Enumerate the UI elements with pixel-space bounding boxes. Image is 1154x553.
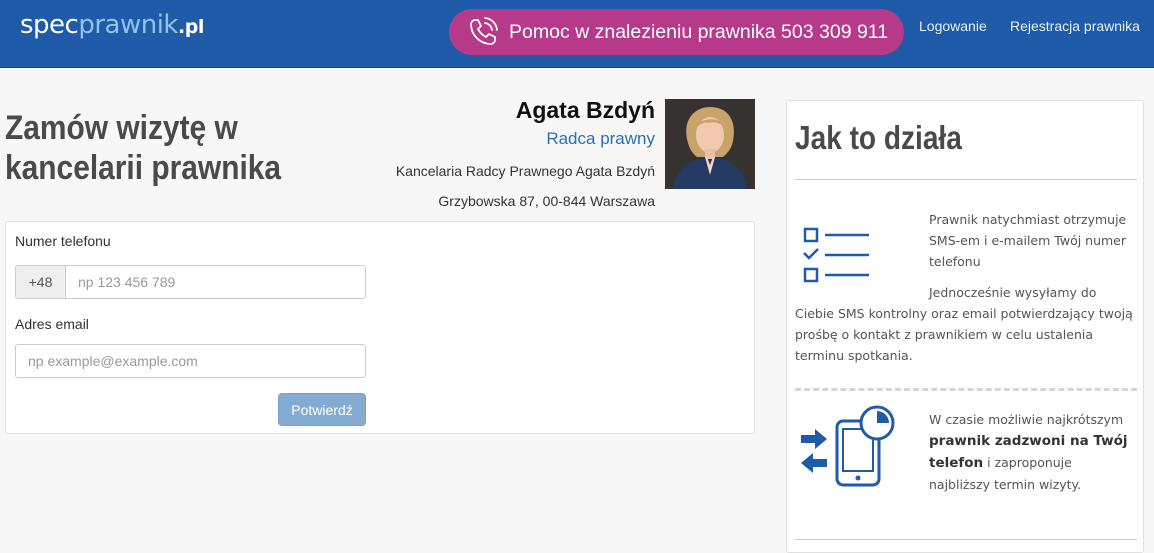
register-lawyer-link[interactable]: Rejestracja prawnika bbox=[1010, 18, 1140, 34]
step2-pre: W czasie możliwie najkrótszym bbox=[929, 412, 1124, 427]
step1-text-a: Prawnik natychmiast otrzymuje SMS-em i e… bbox=[929, 212, 1127, 269]
checklist-icon bbox=[801, 225, 873, 290]
step2-text: W czasie możliwie najkrótszym prawnik za… bbox=[929, 409, 1135, 495]
submit-button[interactable]: Potwierdź bbox=[278, 393, 366, 426]
phone-input-group: +48 bbox=[15, 265, 366, 299]
lawyer-name: Agata Bzdyń bbox=[515, 97, 655, 123]
appointment-form: Numer telefonu +48 Adres email Potwierdź bbox=[5, 221, 755, 434]
page-title: Zamów wizytę w kancelarii prawnika bbox=[5, 109, 282, 187]
helpline-text: Pomoc w znalezieniu prawnika 503 309 911 bbox=[509, 20, 889, 43]
logo-part-pl: .pl bbox=[178, 16, 204, 38]
phone-timer-icon bbox=[799, 405, 899, 494]
phone-ringing-icon bbox=[449, 9, 509, 55]
login-link[interactable]: Logowanie bbox=[919, 18, 987, 34]
lawyer-firm: Kancelaria Radcy Prawnego Agata Bzdyń bbox=[395, 163, 655, 179]
email-label: Adres email bbox=[15, 316, 89, 332]
lawyer-address: Grzybowska 87, 00-844 Warszawa bbox=[438, 193, 655, 209]
phone-prefix: +48 bbox=[15, 265, 65, 299]
phone-input[interactable] bbox=[65, 265, 366, 299]
lawyer-photo bbox=[665, 99, 755, 189]
dashed-divider bbox=[795, 388, 1137, 391]
lawyer-role: Radca prawny bbox=[546, 129, 655, 148]
helpline-button[interactable]: Pomoc w znalezieniu prawnika 503 309 911 bbox=[449, 9, 904, 55]
logo-part-spec: spec bbox=[20, 10, 79, 40]
step1-text-b: Jednocześnie wysyłamy do Ciebie SMS kont… bbox=[795, 285, 1133, 363]
top-navbar: specprawnik.pl Pomoc w znalezieniu prawn… bbox=[0, 0, 1154, 68]
divider bbox=[795, 179, 1137, 180]
phone-label: Numer telefonu bbox=[15, 233, 111, 249]
how-it-works-panel: Jak to działa Prawnik natychmiast otrzym… bbox=[786, 100, 1144, 553]
email-input[interactable] bbox=[15, 344, 366, 378]
bottom-divider bbox=[795, 539, 1137, 540]
site-logo[interactable]: specprawnik.pl bbox=[20, 10, 204, 40]
logo-part-prawnik: prawnik bbox=[78, 10, 178, 40]
how-it-works-title: Jak to działa bbox=[795, 119, 962, 156]
